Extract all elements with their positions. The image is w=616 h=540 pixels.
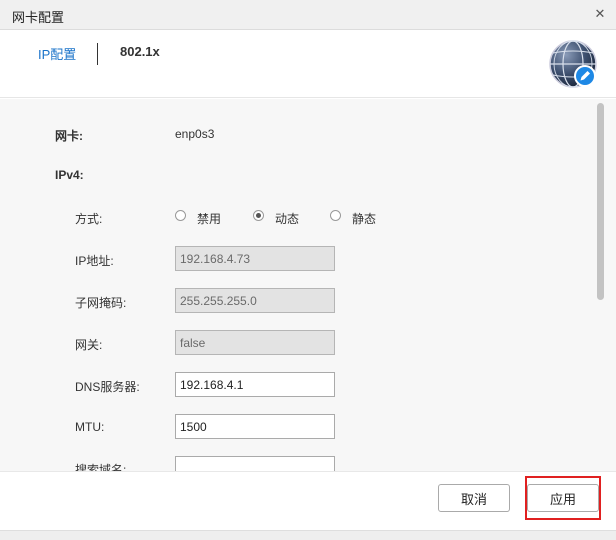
- window-title: 网卡配置: [12, 10, 65, 25]
- close-icon[interactable]: ✕: [592, 6, 608, 22]
- radio-disable[interactable]: [175, 210, 186, 221]
- subnet-mask-input[interactable]: [175, 288, 335, 313]
- subnet-label: 子网掩码:: [75, 296, 127, 310]
- cancel-button[interactable]: 取消: [438, 484, 510, 512]
- title-bar: 网卡配置 ✕: [0, 0, 616, 30]
- bottom-strip: [0, 530, 616, 540]
- dns-label: DNS服务器:: [75, 380, 140, 394]
- radio-static-label: 静态: [352, 212, 377, 226]
- radio-static[interactable]: [330, 210, 341, 221]
- gateway-input[interactable]: [175, 330, 335, 355]
- ipv4-label: IPv4:: [55, 168, 84, 182]
- tab-8021x[interactable]: 802.1x: [120, 44, 160, 59]
- nic-label: 网卡:: [55, 129, 83, 143]
- apply-button[interactable]: 应用: [527, 484, 599, 512]
- ip-address-input[interactable]: [175, 246, 335, 271]
- search-domain-label: 搜索域名:: [75, 463, 127, 471]
- radio-dynamic[interactable]: [253, 210, 264, 221]
- nic-value: enp0s3: [175, 127, 215, 141]
- search-domain-input[interactable]: [175, 456, 335, 471]
- mtu-label: MTU:: [75, 420, 105, 434]
- mtu-input[interactable]: [175, 414, 335, 439]
- radio-disable-label: 禁用: [197, 212, 222, 226]
- radio-dynamic-label: 动态: [275, 212, 300, 226]
- gateway-label: 网关:: [75, 338, 103, 352]
- method-label: 方式:: [75, 212, 103, 226]
- tab-header: IP配置 802.1x: [0, 30, 616, 98]
- scrollbar-thumb[interactable]: [597, 103, 604, 300]
- tab-ip-config[interactable]: IP配置: [38, 44, 76, 63]
- ip-label: IP地址:: [75, 254, 114, 268]
- globe-edit-icon: [549, 40, 597, 88]
- dns-server-input[interactable]: [175, 372, 335, 397]
- form-content: 网卡: enp0s3 IPv4: 方式: 禁用 动态 静态 IP地址: 子网掩码…: [0, 99, 596, 471]
- tab-separator: [97, 43, 98, 65]
